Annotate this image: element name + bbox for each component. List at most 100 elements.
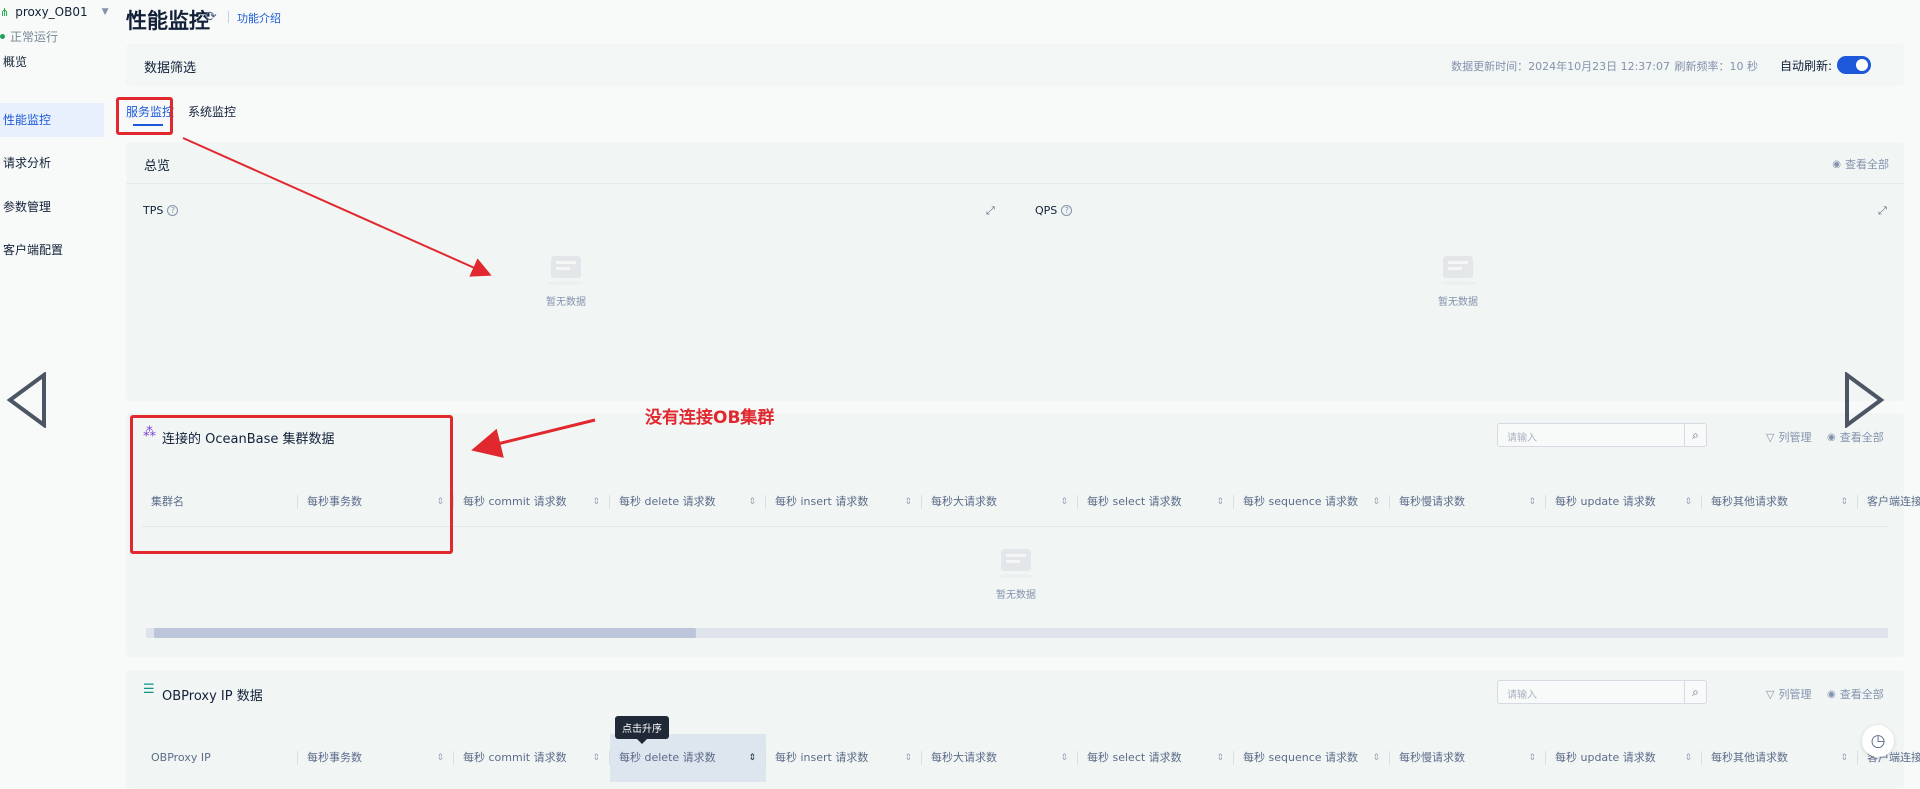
column-header[interactable]: 每秒事务数 ⇕ [298,734,454,782]
tps-chart-label: TPS ? [143,204,179,217]
column-header[interactable]: 每秒 select 请求数 ⇕ [1078,734,1234,782]
column-header-label: 每秒其他请求数 [1711,495,1788,508]
cluster-selector[interactable]: ⋔ proxy_OB01 ▼ [0,5,109,19]
sort-icon[interactable]: ⇕ [1840,734,1848,782]
column-header-label: 每秒 commit 请求数 [463,495,567,508]
column-header[interactable]: 每秒慢请求数 ⇕ [1390,734,1546,782]
scrollbar-thumb[interactable] [154,628,696,638]
column-header[interactable]: 每秒其他请求数 ⇕ [1702,734,1858,782]
column-header[interactable]: 每秒 select 请求数 ⇕ [1078,478,1234,526]
empty-shadow [998,574,1034,578]
search-placeholder: 请输入 [1507,433,1537,444]
tab-system-monitor[interactable]: 系统监控 [188,103,236,120]
sort-icon[interactable]: ⇕ [592,734,600,782]
eye-icon: ◉ [1827,431,1836,443]
column-header-label: 每秒 delete 请求数 [619,495,716,508]
prev-arrow-icon[interactable] [6,372,48,428]
sort-icon[interactable]: ⇕ [748,478,756,526]
column-header[interactable]: 每秒其他请求数 ⇕ [1702,478,1858,526]
help-icon[interactable]: ? [167,205,179,216]
empty-text: 暂无数据 [1438,297,1478,308]
qps-empty-state: 暂无数据 [1418,256,1498,308]
sidebar-item-client-config[interactable]: 客户端配置 [0,233,104,267]
sort-icon[interactable]: ⇕ [1684,734,1692,782]
sort-icon[interactable]: ⇕ [436,734,444,782]
sort-icon[interactable]: ⇕ [1372,478,1380,526]
column-header[interactable]: 每秒 commit 请求数 ⇕ [454,734,610,782]
sidebar-item-performance[interactable]: 性能监控 [0,103,104,137]
sort-icon[interactable]: ⇕ [748,734,756,782]
toggle-knob [1856,59,1868,71]
view-all-link[interactable]: ◉ 查看全部 [1827,686,1884,702]
column-header[interactable]: 每秒大请求数 ⇕ [922,478,1078,526]
search-icon[interactable]: ⌕ [1684,681,1706,703]
sort-icon[interactable]: ⇕ [1684,478,1692,526]
column-header[interactable]: 每秒 commit 请求数 ⇕ [454,478,610,526]
empty-shadow [548,281,584,285]
next-arrow-icon[interactable] [1843,372,1885,428]
column-header[interactable]: 每秒 sequence 请求数 ⇕ [1234,478,1390,526]
column-header[interactable]: 每秒 update 请求数 ⇕ [1546,734,1702,782]
sort-icon[interactable]: ⇕ [592,478,600,526]
sort-icon[interactable]: ⇕ [1216,734,1224,782]
view-all-link[interactable]: ◉ 查看全部 [1832,156,1889,172]
column-header[interactable]: 每秒慢请求数 ⇕ [1390,478,1546,526]
column-header-label: 每秒大请求数 [931,495,997,508]
help-icon[interactable]: ? [1061,205,1073,216]
column-header-label: OBProxy IP [151,751,211,764]
column-header-label: 每秒 insert 请求数 [775,495,869,508]
overview-card: 总览 ◉ 查看全部 TPS ? ⤢ 暂无数据 QPS ? ⤢ 暂无数据 [126,142,1904,401]
column-manage-label: 列管理 [1778,688,1812,701]
column-header[interactable]: 每秒大请求数 ⇕ [922,734,1078,782]
column-header[interactable]: 每秒 delete 请求数 ⇕ [610,734,766,782]
sort-icon[interactable]: ⇕ [1372,734,1380,782]
sort-icon[interactable]: ⇕ [1528,734,1536,782]
sidebar-item-overview[interactable]: 概览 [0,45,104,79]
expand-icon[interactable]: ⤢ [1878,204,1887,218]
expand-icon[interactable]: ⤢ [986,204,995,218]
sort-icon[interactable]: ⇕ [1060,478,1068,526]
column-header-label: 每秒 update 请求数 [1555,495,1656,508]
filter-icon: ▽ [1766,687,1775,701]
search-input[interactable]: 请输入 ⌕ [1497,680,1707,704]
column-header-label: 每秒慢请求数 [1399,751,1465,764]
intro-link[interactable]: 功能介绍 [237,10,281,26]
sort-icon[interactable]: ⇕ [1528,478,1536,526]
refresh-rate: 刷新频率：10 秒 [1674,60,1759,73]
column-header[interactable]: 每秒 update 请求数 ⇕ [1546,478,1702,526]
table-header: OBProxy IP 每秒事务数 ⇕ 每秒 commit 请求数 ⇕ 每秒 delete … [142,734,1920,782]
column-header-label: 每秒 select 请求数 [1087,751,1182,764]
column-header[interactable]: 每秒 delete 请求数 ⇕ [610,478,766,526]
column-manage-button[interactable]: ▽ 列管理 [1766,686,1811,702]
sidebar-item-parameters[interactable]: 参数管理 [0,190,104,224]
column-header[interactable]: 客户端连接数 [1858,478,1920,526]
sort-icon[interactable]: ⇕ [1840,478,1848,526]
qps-label: QPS [1035,204,1058,217]
refresh-icon[interactable]: ⟳ [205,9,217,25]
sort-icon[interactable]: ⇕ [1060,734,1068,782]
column-header-label: 每秒其他请求数 [1711,751,1788,764]
sort-icon[interactable]: ⇕ [904,478,912,526]
sort-icon[interactable]: ⇕ [1216,478,1224,526]
qps-chart-label: QPS ? [1035,204,1073,217]
column-header[interactable]: 每秒 insert 请求数 ⇕ [766,478,922,526]
page-title: 性能监控 [126,9,210,33]
cluster-icon: ⋔ [0,5,10,19]
update-time: 数据更新时间：2024年10月23日 12:37:07 [1451,60,1670,73]
column-header-label: 每秒 sequence 请求数 [1243,751,1359,764]
sidebar-item-request-analysis[interactable]: 请求分析 [0,146,104,180]
history-clock-icon[interactable]: ◷ [1862,725,1894,757]
filter-title: 数据筛选 [144,61,197,76]
search-icon[interactable]: ⌕ [1684,424,1706,446]
column-header[interactable]: 每秒 sequence 请求数 ⇕ [1234,734,1390,782]
column-header-label: 每秒 insert 请求数 [775,751,869,764]
chevron-down-icon: ▼ [101,7,109,17]
view-all-label: 查看全部 [1839,688,1884,701]
view-all-link[interactable]: ◉ 查看全部 [1827,429,1884,445]
column-manage-button[interactable]: ▽ 列管理 [1766,429,1811,445]
sort-icon[interactable]: ⇕ [904,734,912,782]
column-header[interactable]: 每秒 insert 请求数 ⇕ [766,734,922,782]
auto-refresh-toggle[interactable] [1837,56,1871,74]
column-header-label: 每秒 commit 请求数 [463,751,567,764]
search-input[interactable]: 请输入 ⌕ [1497,423,1707,447]
